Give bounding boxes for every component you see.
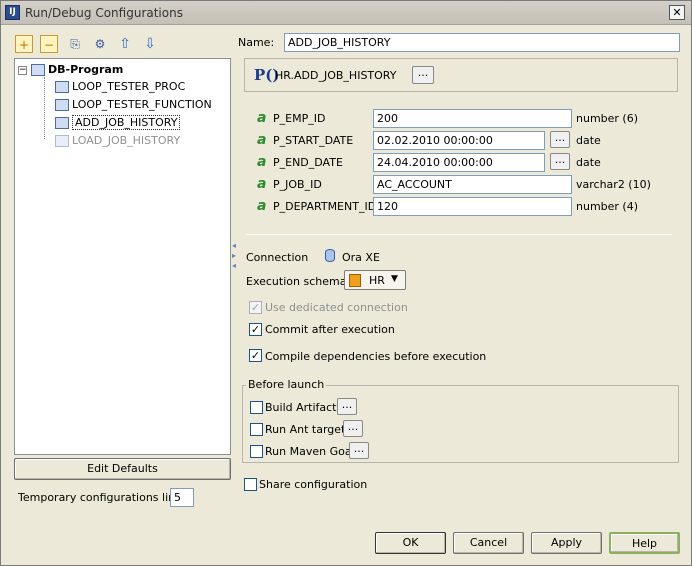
ok-button[interactable]: OK (375, 532, 446, 554)
date-picker-button[interactable]: ... (550, 153, 570, 170)
tree-item-loop-tester-proc[interactable]: LOOP_TESTER_PROC (55, 78, 185, 95)
apply-button[interactable]: Apply (531, 532, 602, 554)
cancel-button[interactable]: Cancel (453, 532, 524, 554)
db-program-icon (55, 99, 69, 111)
db-folder-icon (31, 64, 45, 76)
param-type: date (576, 134, 601, 147)
parameter-icon: a (257, 110, 267, 126)
db-program-icon (55, 135, 69, 147)
param-value-input[interactable]: 200 (373, 109, 572, 128)
database-icon (325, 249, 335, 262)
date-picker-button[interactable]: ... (550, 131, 570, 148)
add-icon[interactable]: + (15, 35, 33, 53)
compile-dependencies-label: Compile dependencies before execution (265, 350, 487, 363)
dedicated-connection-label: Use dedicated connection (265, 301, 408, 314)
parameter-icon: a (257, 176, 267, 192)
close-icon[interactable]: ✕ (669, 5, 685, 20)
move-down-icon[interactable]: ⇩ (141, 35, 159, 53)
divider (246, 234, 672, 235)
configuration-tree[interactable]: − DB-Program LOOP_TESTER_PROC LOOP_TESTER… (14, 58, 231, 455)
title-bar[interactable]: IJ Run/Debug Configurations ✕ (1, 1, 691, 25)
execution-schema-label: Execution schema (246, 275, 347, 288)
help-button[interactable]: Help (609, 532, 680, 554)
share-configuration-label: Share configuration (259, 478, 368, 491)
run-maven-goal-checkbox[interactable] (250, 445, 263, 458)
param-name: P_DEPARTMENT_ID (273, 200, 377, 213)
tree-item-load-job-history[interactable]: LOAD_JOB_HISTORY (55, 132, 180, 149)
build-artifacts-browse[interactable]: ... (337, 398, 357, 415)
name-input[interactable]: ADD_JOB_HISTORY (284, 33, 680, 52)
param-value-input[interactable]: AC_ACCOUNT (373, 175, 572, 194)
build-artifacts-checkbox[interactable] (250, 401, 263, 414)
parameter-icon: a (257, 132, 267, 148)
run-maven-goal-browse[interactable]: ... (349, 442, 369, 459)
run-maven-goal-label: Run Maven Goal (265, 445, 355, 458)
param-value-input[interactable]: 24.04.2010 00:00:00 (373, 153, 545, 172)
param-type: date (576, 156, 601, 169)
procedure-browse-button[interactable]: ... (412, 66, 434, 84)
param-name: P_JOB_ID (273, 178, 322, 191)
move-up-icon[interactable]: ⇧ (116, 35, 134, 53)
temp-limit-label: Temporary configurations limit: (18, 491, 190, 504)
connection-label: Connection (246, 251, 309, 264)
db-program-icon (55, 117, 69, 129)
tree-item-label: ADD_JOB_HISTORY (72, 115, 181, 130)
param-name: P_START_DATE (273, 134, 354, 147)
tree-root[interactable]: − DB-Program (18, 61, 123, 78)
name-label: Name: (238, 36, 275, 49)
parameter-icon: a (257, 154, 267, 170)
db-program-icon (55, 81, 69, 93)
edit-defaults-button[interactable]: Edit Defaults (14, 458, 231, 480)
schema-icon (349, 274, 361, 287)
collapse-icon[interactable]: − (18, 65, 27, 75)
compile-dependencies-checkbox[interactable]: ✓ (249, 349, 262, 362)
tree-item-label: LOAD_JOB_HISTORY (72, 134, 181, 147)
param-type: varchar2 (10) (576, 178, 651, 191)
procedure-name: HR.ADD_JOB_HISTORY (275, 69, 397, 82)
schema-value: HR (369, 274, 385, 287)
build-artifacts-label: Build Artifacts (265, 401, 343, 414)
execution-schema-dropdown[interactable]: HR ▼ (344, 270, 406, 290)
chevron-down-icon[interactable]: ▼ (391, 274, 398, 284)
param-type: number (6) (576, 112, 639, 125)
param-name: P_EMP_ID (273, 112, 326, 125)
window-title: Run/Debug Configurations (25, 6, 183, 20)
param-name: P_END_DATE (273, 156, 343, 169)
share-configuration-checkbox[interactable] (244, 478, 257, 491)
remove-icon[interactable]: − (40, 35, 58, 53)
param-type: number (4) (576, 200, 639, 213)
param-value-input[interactable]: 120 (373, 197, 572, 216)
commit-after-execution-label: Commit after execution (265, 323, 395, 336)
param-value-input[interactable]: 02.02.2010 00:00:00 (373, 131, 545, 150)
tree-root-label: DB-Program (48, 63, 124, 76)
parameter-icon: a (257, 198, 267, 214)
dialog-window: IJ Run/Debug Configurations ✕ + − ⎘ ⚙ ⇧ … (0, 0, 692, 566)
temp-limit-input[interactable]: 5 (170, 488, 194, 507)
run-ant-target-browse[interactable]: ... (343, 420, 363, 437)
procedure-panel: P() HR.ADD_JOB_HISTORY ... (244, 58, 678, 92)
tree-item-loop-tester-function[interactable]: LOOP_TESTER_FUNCTION (55, 96, 212, 113)
tree-item-add-job-history[interactable]: ADD_JOB_HISTORY (55, 114, 181, 131)
splitter-handle[interactable]: ◂ ▸ ◂ (232, 241, 237, 301)
commit-after-execution-checkbox[interactable]: ✓ (249, 323, 262, 336)
app-icon: IJ (5, 5, 20, 20)
dedicated-connection-checkbox[interactable]: ✓ (249, 301, 262, 314)
run-ant-target-label: Run Ant target (265, 423, 346, 436)
wrench-icon[interactable]: ⚙ (91, 35, 109, 53)
run-ant-target-checkbox[interactable] (250, 423, 263, 436)
connection-value: Ora XE (342, 251, 380, 264)
before-launch-label: Before launch (246, 378, 327, 391)
tree-item-label: LOOP_TESTER_PROC (72, 80, 186, 93)
copy-icon[interactable]: ⎘ (66, 35, 84, 53)
tree-item-label: LOOP_TESTER_FUNCTION (72, 98, 212, 111)
